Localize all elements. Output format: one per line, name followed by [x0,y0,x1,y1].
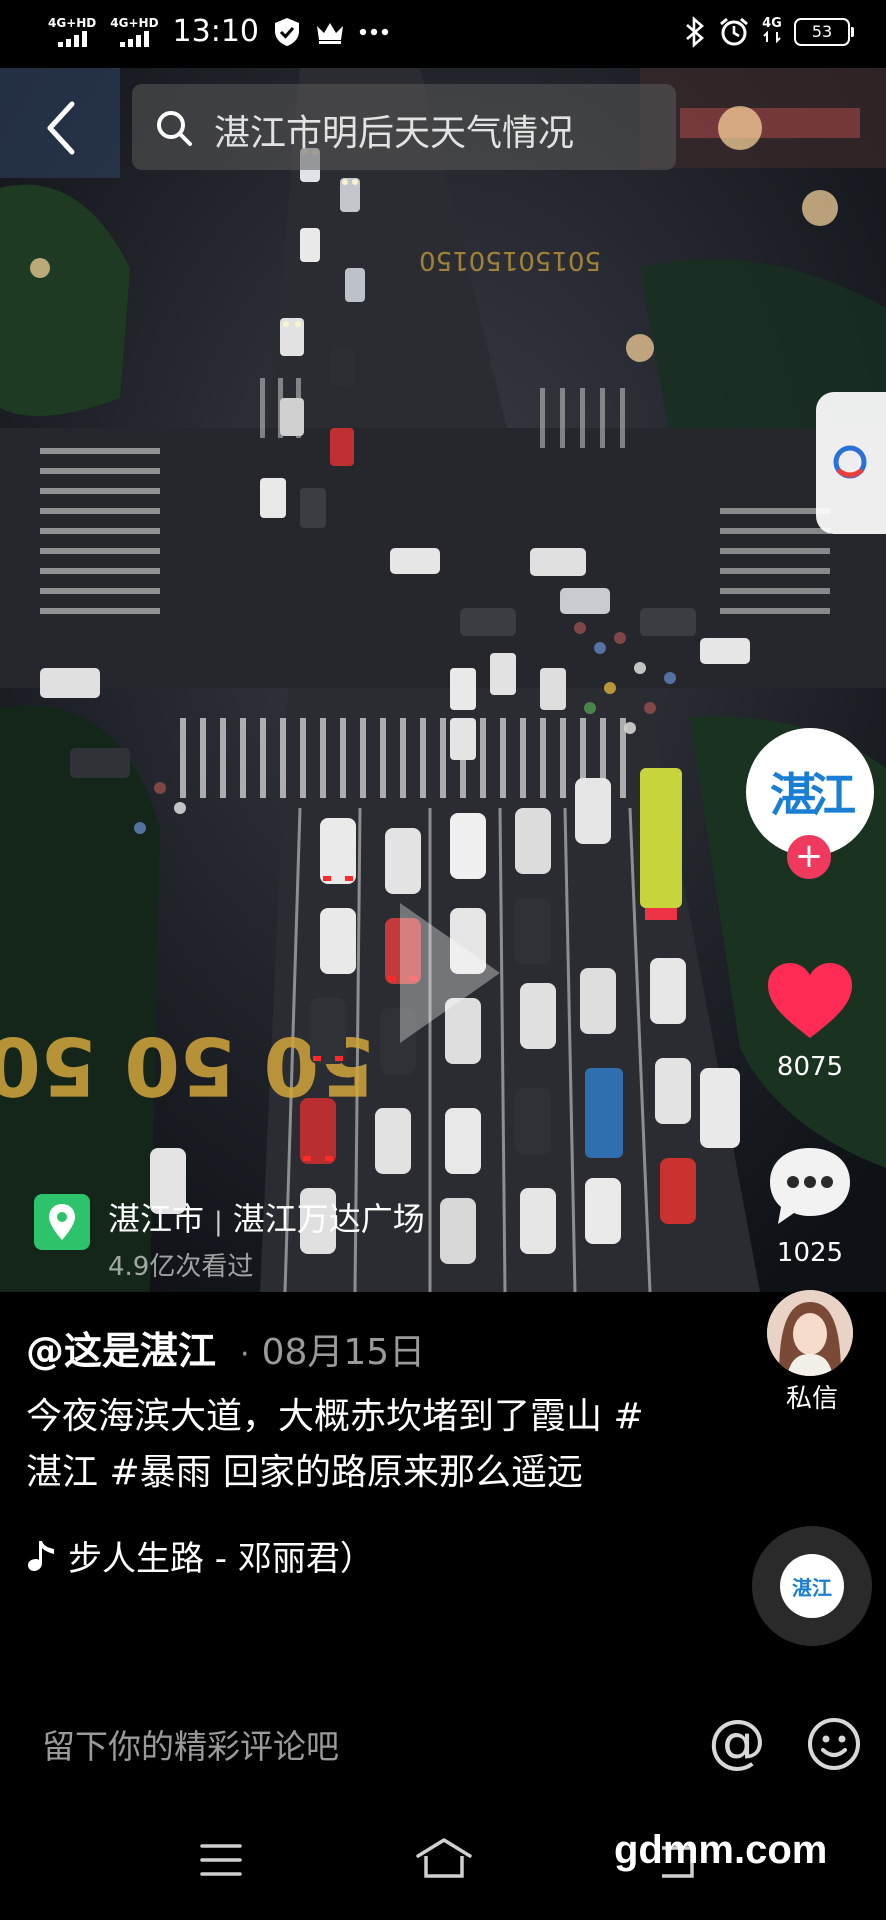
post-date: 08月15日 [261,1332,426,1373]
music-disc-label: 湛江 [780,1554,844,1618]
music-info[interactable]: 步人生路 - 邓丽君） [26,1531,726,1580]
signal-2-label: 4G+HD [110,16,159,30]
road-marking-upper: 50150150150 [419,245,601,275]
search-bar[interactable]: 湛江市明后天天气情况 [132,84,676,170]
comment-bubble-icon [770,1148,850,1224]
search-placeholder: 湛江市明后天天气情况 [214,113,575,154]
post-description[interactable]: 今夜海滨大道，大概赤坎堵到了霞山 #湛江 #暴雨 回家的路原来那么遥远 [26,1389,666,1501]
menu-icon[interactable] [198,1842,244,1878]
back-button[interactable] [40,98,84,158]
emoji-icon[interactable] [806,1716,862,1772]
network-label: 4G [762,16,782,31]
location-separator: | [214,1207,223,1237]
network-type: 4G [762,17,782,47]
heart-icon [768,963,852,1038]
battery-indicator: 53 [794,18,854,46]
status-time: 13:10 [172,14,259,49]
shield-check-icon [275,18,299,46]
like-count: 8075 [776,1052,844,1082]
follow-button[interactable]: + [787,835,831,879]
search-icon [157,111,192,146]
music-disc-button[interactable]: 湛江 [752,1526,872,1646]
crown-icon [317,23,343,44]
view-count: 4.9亿次看过 [108,1252,254,1282]
music-title: 步人生路 - 邓丽君） [68,1539,374,1579]
music-note-icon [28,1540,54,1571]
location-pin-icon [34,1194,90,1250]
signal-1-icon: 4G+HD [48,17,96,47]
dm-avatar[interactable] [767,1290,853,1376]
comment-bar: 留下你的精彩评论吧 @ [0,1690,886,1800]
comment-input[interactable]: 留下你的精彩评论吧 [42,1720,339,1768]
back-arrow-icon [47,101,75,155]
status-bar: 4G+HD 4G+HD 13:10 4G 53 [0,0,886,68]
post-info: @这是湛江 · 08月15日 今夜海滨大道，大概赤坎堵到了霞山 #湛江 #暴雨 回家… [26,1320,726,1580]
video-player[interactable]: 50 50 50 50150150150 [0,68,886,1292]
date-separator: · [240,1337,250,1372]
author-avatar-text: 湛江 [770,768,856,822]
widget-logo-icon [833,445,867,479]
location-place: 湛江万达广场 [232,1200,425,1238]
dm-label[interactable]: 私信 [772,1378,852,1415]
video-frame: 50 50 50 50150150150 [0,68,886,1292]
location-city: 湛江市 [108,1200,205,1238]
more-dots-icon [359,28,389,36]
mention-at-icon[interactable]: @ [708,1708,766,1774]
signal-2-icon: 4G+HD [110,16,159,47]
comment-button[interactable]: 1025 [762,1144,858,1268]
alarm-icon [720,17,748,46]
bluetooth-icon [686,16,704,48]
comment-count: 1025 [776,1238,844,1268]
home-icon[interactable] [414,1836,474,1880]
like-button[interactable]: 8075 [762,960,858,1082]
author-handle[interactable]: @这是湛江 [26,1329,216,1373]
dm-avatar-image [767,1290,853,1376]
signal-1-label: 4G+HD [48,16,97,30]
side-widget-tab[interactable] [816,392,886,534]
site-watermark: gdmm.com [614,1828,828,1872]
